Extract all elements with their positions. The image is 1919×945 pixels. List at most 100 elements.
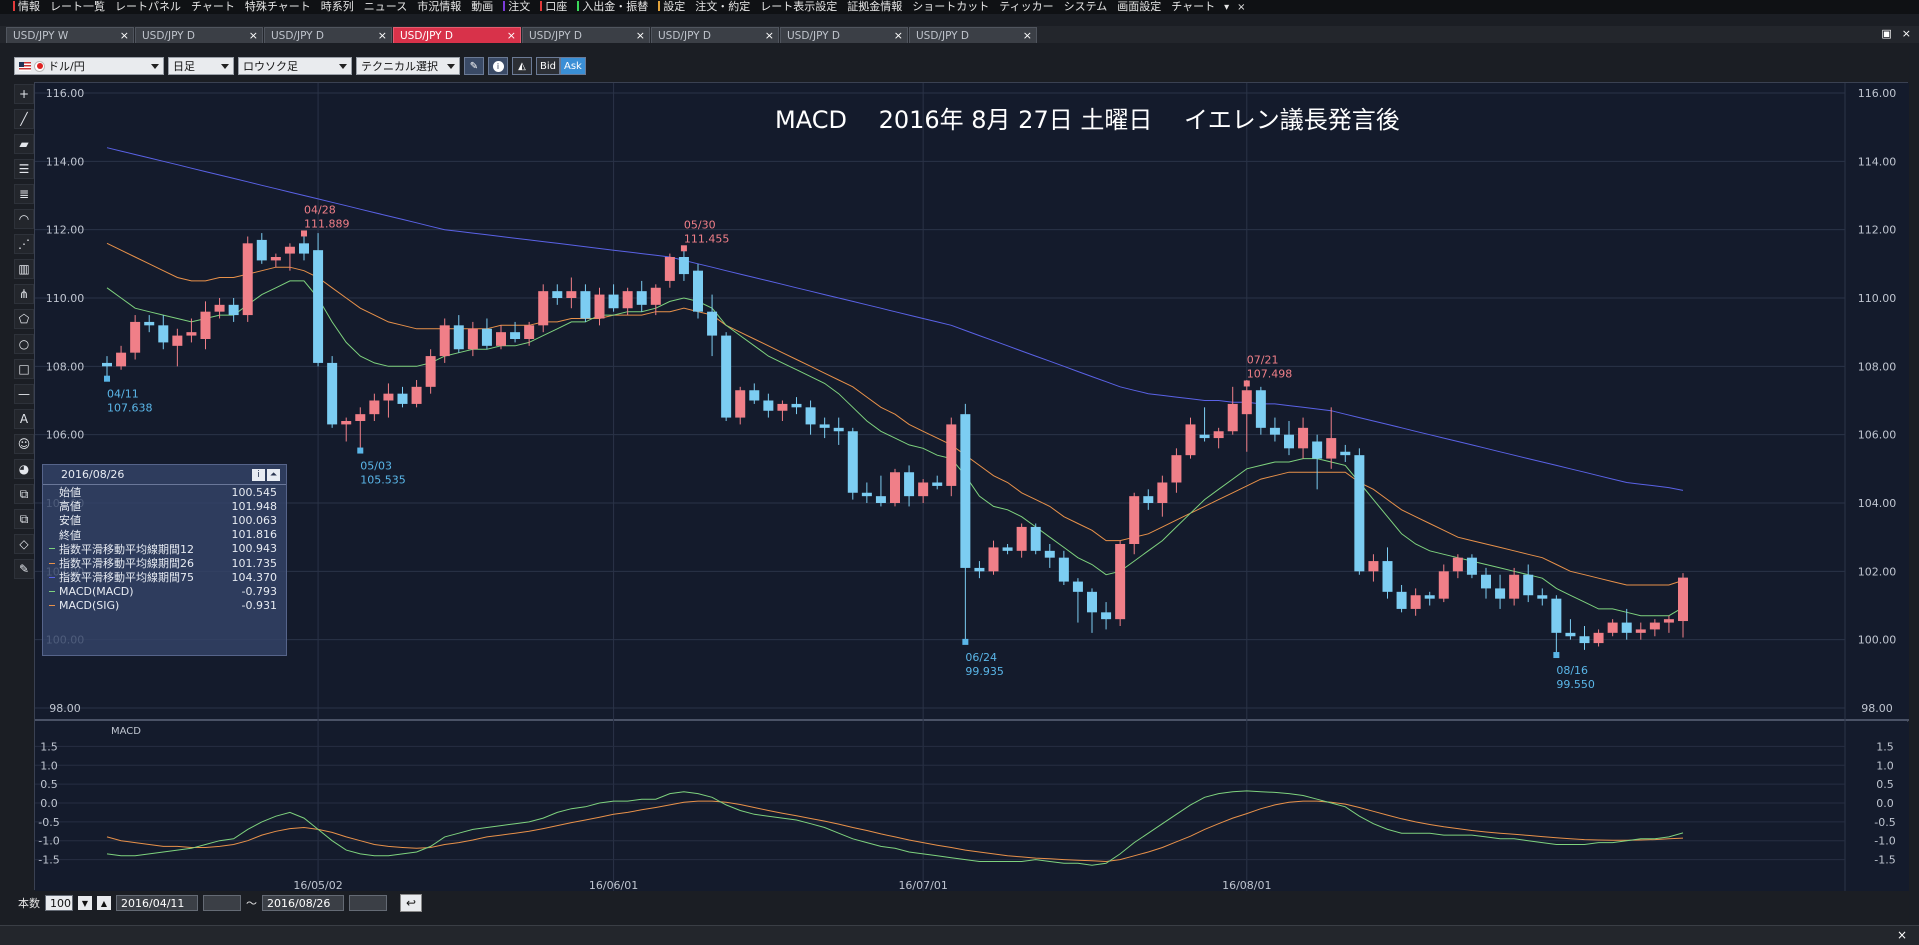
macd-tick-right: 0.5 [1876,778,1894,791]
tab-close-icon[interactable]: × [378,29,387,42]
eraser-icon[interactable]: ◇ [14,534,34,554]
menu-item[interactable]: レート一覧 [45,0,110,14]
end-time-field[interactable] [349,895,387,911]
end-date-field[interactable]: 2016/08/26 [262,895,344,911]
ask-button[interactable]: Ask [560,57,586,75]
tab-close-icon[interactable]: × [894,29,903,42]
macd-tick-left: 1.0 [40,759,58,772]
chart-style-select[interactable]: ロウソク足 [238,57,352,75]
fibonacci-arc-icon[interactable]: ◠ [14,209,34,229]
collapse-icon[interactable]: ⏶ [267,468,280,481]
tab-close-icon[interactable]: × [636,29,645,42]
candle-body [467,328,478,350]
bid-button[interactable]: Bid [536,57,560,75]
mountain-chart-button[interactable]: ◭ [512,57,532,75]
tab-close-icon[interactable]: × [249,29,258,42]
menu-item[interactable]: 入出金・振替 [572,0,653,14]
menu-item[interactable]: チャート [1166,0,1220,14]
candle-body [1058,557,1069,582]
info-icon[interactable]: i [252,468,265,481]
y-tick-label-right: 98.00 [1861,702,1893,715]
reset-range-button[interactable]: ↩ [400,894,422,912]
count-input[interactable]: 100 [45,895,73,911]
menu-item[interactable]: レート表示設定 [755,0,842,14]
menu-item[interactable]: 設定 [653,0,690,14]
chart-tab[interactable]: USD/JPY D × [522,27,650,43]
magic-eraser-icon[interactable]: ✎ [14,559,34,579]
technical-select[interactable]: テクニカル選択 [356,57,460,75]
menu-item[interactable]: 動画 [466,0,498,14]
interval-select[interactable]: 日足 [168,57,234,75]
chart-tab[interactable]: USD/JPY W × [6,27,134,43]
chart-tab[interactable]: USD/JPY D × [780,27,908,43]
info-row-value: -0.793 [241,584,277,598]
candle-body [214,304,225,312]
chart-tab[interactable]: USD/JPY D × [909,27,1037,43]
macd-tick-left: 0.0 [40,797,58,810]
count-up-button[interactable]: ▲ [97,896,111,910]
chart-area[interactable]: 116.00 116.00 114.00 114.00 112.00 112.00 110.… [34,82,1909,891]
line-icon[interactable]: ╱ [14,109,34,129]
chart-tab[interactable]: USD/JPY D × [393,27,521,43]
chart-tab[interactable]: USD/JPY D × [264,27,392,43]
extreme-date-label: 07/21 [1247,353,1279,366]
extreme-value-label: 105.535 [360,474,406,487]
channel-icon[interactable]: ≣ [14,184,34,204]
text-icon[interactable]: A [14,409,34,429]
candle-body [439,325,450,357]
tab-close-icon[interactable]: × [120,29,129,42]
start-date-field[interactable]: 2016/04/11 [116,895,198,911]
menu-dropdown-icon[interactable]: ▾ [1220,2,1233,13]
separator-icon[interactable]: — [14,384,34,404]
paint-icon[interactable]: ◕ [14,459,34,479]
menu-item[interactable]: レートパネル [110,0,186,14]
info-button[interactable]: i [488,57,508,75]
restore-window-icon[interactable]: ▣ [1881,27,1891,40]
chart-tab[interactable]: USD/JPY D × [651,27,779,43]
symbol-select[interactable]: ドル/円 [14,57,164,75]
menu-item[interactable]: ニュース [359,0,412,14]
menu-item[interactable]: ショートカット [907,0,994,14]
close-icon[interactable]: × [1897,928,1907,942]
menu-item[interactable]: チャート [186,0,240,14]
tab-close-icon[interactable]: × [765,29,774,42]
menu-close-icon[interactable]: × [1233,2,1249,13]
horizontal-lines-icon[interactable]: ☰ [14,159,34,179]
extreme-marker [104,375,110,382]
menu-item[interactable]: 特殊チャート [240,0,316,14]
candle-body [200,311,211,339]
vertical-lines-icon[interactable]: ▥ [14,259,34,279]
emoji-icon[interactable]: ☺ [14,434,34,454]
menu-item[interactable]: 画面設定 [1112,0,1166,14]
pitchfork-icon[interactable]: ⋔ [14,284,34,304]
menu-item[interactable]: 注文 [498,0,535,14]
menu-item[interactable]: 情報 [8,0,45,14]
count-down-button[interactable]: ▼ [78,896,92,910]
close-window-icon[interactable]: × [1902,27,1911,40]
tab-close-icon[interactable]: × [1023,29,1032,42]
rectangle-icon[interactable]: □ [14,359,34,379]
candle-body [425,356,436,387]
menu-item[interactable]: 証拠金情報 [842,0,907,14]
menu-item[interactable]: 注文・約定 [690,0,755,14]
fibonacci-fan-icon[interactable]: ⋰ [14,234,34,254]
candle-body [313,250,324,363]
crosshair-icon[interactable]: + [14,84,34,104]
tab-close-icon[interactable]: × [507,29,516,42]
menu-item[interactable]: 口座 [535,0,572,14]
start-time-field[interactable] [203,895,241,911]
pentagon-icon[interactable]: ⬠ [14,309,34,329]
macd-tick-right: -1.0 [1874,835,1895,848]
menu-item[interactable]: 市況情報 [412,0,466,14]
layers-icon[interactable]: ⧉ [14,484,34,504]
circle-icon[interactable]: ○ [14,334,34,354]
ohlc-info-box[interactable]: 2016/08/26 i ⏶ 始値 100.545 高値 101.948 安値 100.0… [42,464,287,656]
copy-icon[interactable]: ⧉ [14,509,34,529]
menu-item[interactable]: ティッカー [994,0,1058,14]
series-swatch [49,590,55,592]
menu-item[interactable]: 時系列 [316,0,359,14]
chart-tab[interactable]: USD/JPY D × [135,27,263,43]
pen-button[interactable]: ✎ [464,57,484,75]
ruler-icon[interactable]: ▰ [14,134,34,154]
menu-item[interactable]: システム [1059,0,1113,14]
